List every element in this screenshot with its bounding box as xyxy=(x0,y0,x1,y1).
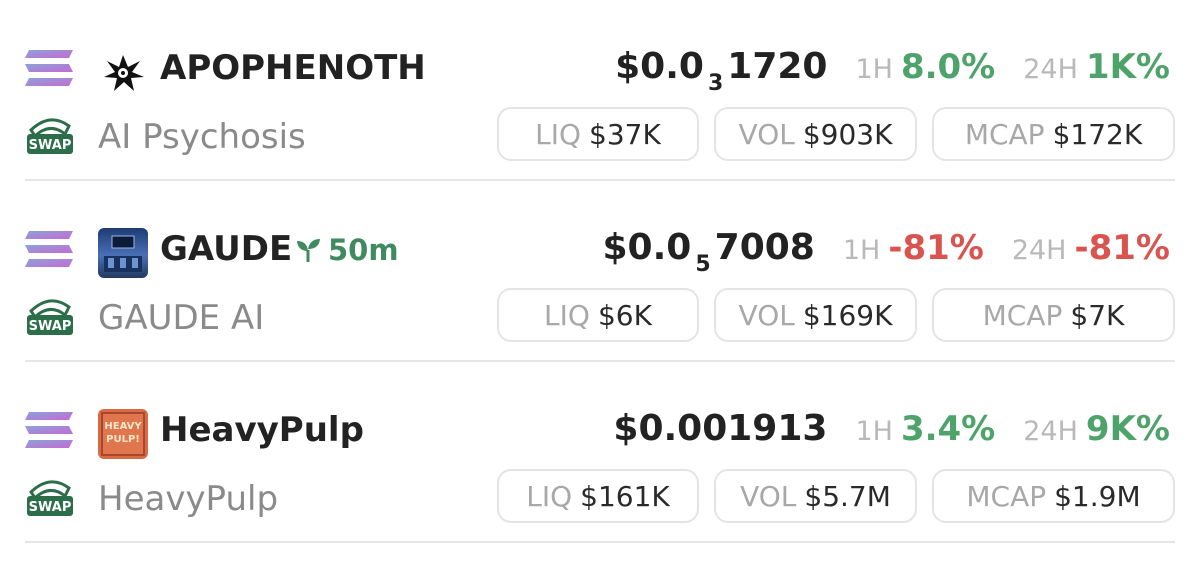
svg-text:PULP!: PULP! xyxy=(106,434,140,445)
h24-change: 9K% xyxy=(1085,409,1170,449)
token-symbol: GAUDE xyxy=(160,229,293,269)
h24-change: -81% xyxy=(1074,228,1171,268)
token-stats: LIQ $37K VOL $903K MCAP $172K xyxy=(497,107,1175,161)
swap-icon: SWAP xyxy=(27,118,73,154)
h1-change: 8.0% xyxy=(900,47,996,87)
h1-label: 1H xyxy=(855,416,893,447)
liquidity-pill[interactable]: LIQ $37K xyxy=(497,107,699,161)
token-symbol: APOPHENOTH xyxy=(160,48,426,88)
h24-label: 24H xyxy=(1023,416,1078,447)
h24-change: 1K% xyxy=(1085,47,1170,87)
age-value: 50m xyxy=(328,233,399,267)
liquidity-pill[interactable]: LIQ $161K xyxy=(497,469,699,523)
volume-pill[interactable]: VOL $903K xyxy=(714,107,917,161)
row-divider xyxy=(25,541,1175,543)
token-price: $0.0 5 7008 xyxy=(602,227,815,277)
h1-label: 1H xyxy=(842,235,881,266)
solana-icon xyxy=(25,231,73,267)
token-row[interactable]: SWAP GAUDE 50m GAUDE AI $0.0 5 7008 1H -81… xyxy=(0,181,1200,362)
h1-change: -81% xyxy=(888,228,984,268)
row-divider xyxy=(25,179,1175,181)
solana-icon xyxy=(25,50,73,86)
sprout-icon xyxy=(297,239,320,262)
volume-pill[interactable]: VOL $169K xyxy=(714,288,917,342)
swap-icon: SWAP xyxy=(27,299,73,335)
h24-label: 24H xyxy=(1011,235,1067,266)
token-name: AI Psychosis xyxy=(98,117,306,157)
token-symbol: HeavyPulp xyxy=(160,410,364,450)
solana-icon xyxy=(25,412,73,448)
svg-text:SWAP: SWAP xyxy=(29,138,72,153)
svg-text:HEAVY: HEAVY xyxy=(104,421,142,432)
token-row[interactable]: SWAP APOPHENOTH AI Psychosis $0.0 3 1720 1… xyxy=(0,0,1200,181)
swap-icon: SWAP xyxy=(27,480,73,516)
liquidity-pill[interactable]: LIQ $6K xyxy=(497,288,699,342)
token-avatar: HEAVY PULP! xyxy=(98,409,148,459)
token-row[interactable]: SWAP HEAVY PULP! HeavyPulp HeavyPulp $0.… xyxy=(0,362,1200,543)
token-price: $0.0 3 1720 xyxy=(615,46,828,96)
market-cap-pill[interactable]: MCAP $172K xyxy=(932,107,1175,161)
price-group: $0.0 5 7008 1H -81% 24H -81% xyxy=(602,227,1171,277)
token-stats: LIQ $6K VOL $169K MCAP $7K xyxy=(497,288,1175,342)
token-price: $0.001913 xyxy=(613,408,828,449)
svg-text:SWAP: SWAP xyxy=(29,319,72,334)
token-stats: LIQ $161K VOL $5.7M MCAP $1.9M xyxy=(497,469,1175,523)
market-cap-pill[interactable]: MCAP $1.9M xyxy=(932,469,1175,523)
market-cap-pill[interactable]: MCAP $7K xyxy=(932,288,1175,342)
h24-label: 24H xyxy=(1023,54,1078,85)
token-avatar xyxy=(98,47,148,97)
price-group: $0.0 3 1720 1H 8.0% 24H 1K% xyxy=(615,46,1170,96)
token-age: 50m xyxy=(294,230,399,270)
volume-pill[interactable]: VOL $5.7M xyxy=(714,469,917,523)
token-avatar xyxy=(98,228,148,278)
token-name: GAUDE AI xyxy=(98,298,265,338)
h1-label: 1H xyxy=(855,54,893,85)
price-group: $0.001913 1H 3.4% 24H 9K% xyxy=(613,408,1170,449)
token-name: HeavyPulp xyxy=(98,479,279,519)
h1-change: 3.4% xyxy=(900,409,996,449)
svg-text:SWAP: SWAP xyxy=(29,500,72,515)
